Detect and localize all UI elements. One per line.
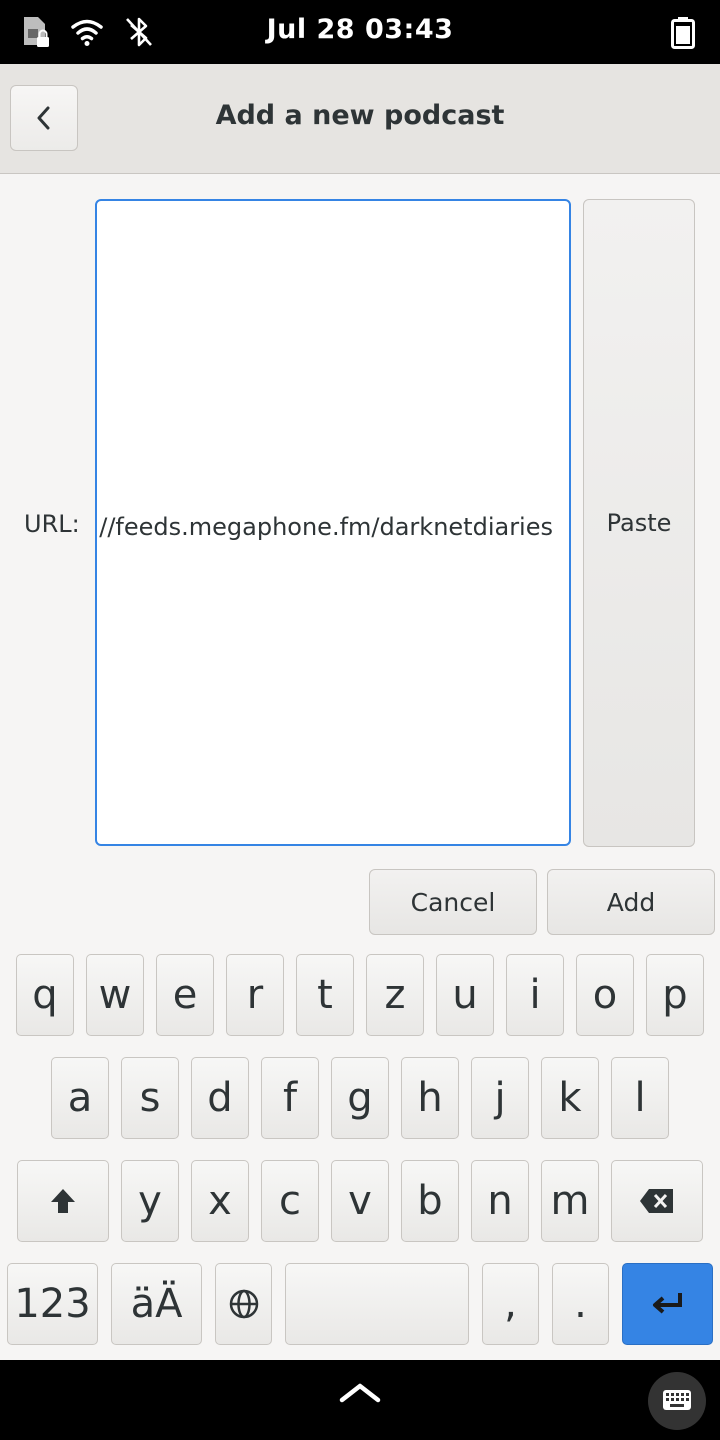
- url-input[interactable]: https://feeds.megaphone.fm/darknetdiarie…: [95, 199, 571, 846]
- key-k[interactable]: k: [541, 1057, 599, 1139]
- cancel-button[interactable]: Cancel: [369, 869, 537, 935]
- page-title: Add a new podcast: [215, 100, 505, 131]
- umlaut-key[interactable]: äÄ: [111, 1263, 202, 1345]
- key-d[interactable]: d: [191, 1057, 249, 1139]
- shift-key[interactable]: [17, 1160, 109, 1242]
- chevron-up-icon[interactable]: [336, 1378, 384, 1406]
- header-bar: Add a new podcast: [0, 64, 720, 174]
- key-p[interactable]: p: [646, 954, 704, 1036]
- key-r[interactable]: r: [226, 954, 284, 1036]
- key-x[interactable]: x: [191, 1160, 249, 1242]
- url-input-value: https://feeds.megaphone.fm/darknetdiarie…: [95, 513, 553, 541]
- status-icons-right: [666, 12, 700, 52]
- key-t[interactable]: t: [296, 954, 354, 1036]
- backspace-key[interactable]: [611, 1160, 703, 1242]
- backspace-icon: [640, 1189, 673, 1213]
- key-g[interactable]: g: [331, 1057, 389, 1139]
- clock: Jul 28 03:43: [266, 14, 454, 45]
- key-w[interactable]: w: [86, 954, 144, 1036]
- period-key[interactable]: .: [552, 1263, 609, 1345]
- add-button[interactable]: Add: [547, 869, 715, 935]
- add-podcast-form: URL: https://feeds.megaphone.fm/darknetd…: [0, 174, 720, 940]
- key-c[interactable]: c: [261, 1160, 319, 1242]
- shift-arrow-icon: [51, 1189, 75, 1213]
- key-o[interactable]: o: [576, 954, 634, 1036]
- key-j[interactable]: j: [471, 1057, 529, 1139]
- comma-key[interactable]: ,: [482, 1263, 539, 1345]
- key-q[interactable]: q: [16, 954, 74, 1036]
- key-m[interactable]: m: [541, 1160, 599, 1242]
- url-label: URL:: [24, 510, 80, 538]
- key-u[interactable]: u: [436, 954, 494, 1036]
- globe-icon: [229, 1289, 258, 1319]
- key-h[interactable]: h: [401, 1057, 459, 1139]
- key-s[interactable]: s: [121, 1057, 179, 1139]
- paste-button[interactable]: Paste: [583, 199, 695, 847]
- language-key[interactable]: [215, 1263, 272, 1345]
- key-z[interactable]: z: [366, 954, 424, 1036]
- enter-key[interactable]: [622, 1263, 713, 1345]
- key-l[interactable]: l: [611, 1057, 669, 1139]
- battery-icon: [671, 17, 695, 49]
- key-b[interactable]: b: [401, 1160, 459, 1242]
- keyboard-toggle-button[interactable]: [648, 1372, 706, 1430]
- key-a[interactable]: a: [51, 1057, 109, 1139]
- key-n[interactable]: n: [471, 1160, 529, 1242]
- space-key[interactable]: [285, 1263, 469, 1345]
- keyboard-icon: [663, 1390, 691, 1410]
- key-e[interactable]: e: [156, 954, 214, 1036]
- key-y[interactable]: y: [121, 1160, 179, 1242]
- on-screen-keyboard: q w e r t z u i o p a s d f g h j k l y …: [0, 940, 720, 1360]
- key-i[interactable]: i: [506, 954, 564, 1036]
- status-bar: Jul 28 03:43: [0, 0, 720, 64]
- bottom-bar: [0, 1360, 720, 1440]
- key-f[interactable]: f: [261, 1057, 319, 1139]
- key-v[interactable]: v: [331, 1160, 389, 1242]
- enter-icon: [652, 1293, 682, 1314]
- numbers-key[interactable]: 123: [7, 1263, 98, 1345]
